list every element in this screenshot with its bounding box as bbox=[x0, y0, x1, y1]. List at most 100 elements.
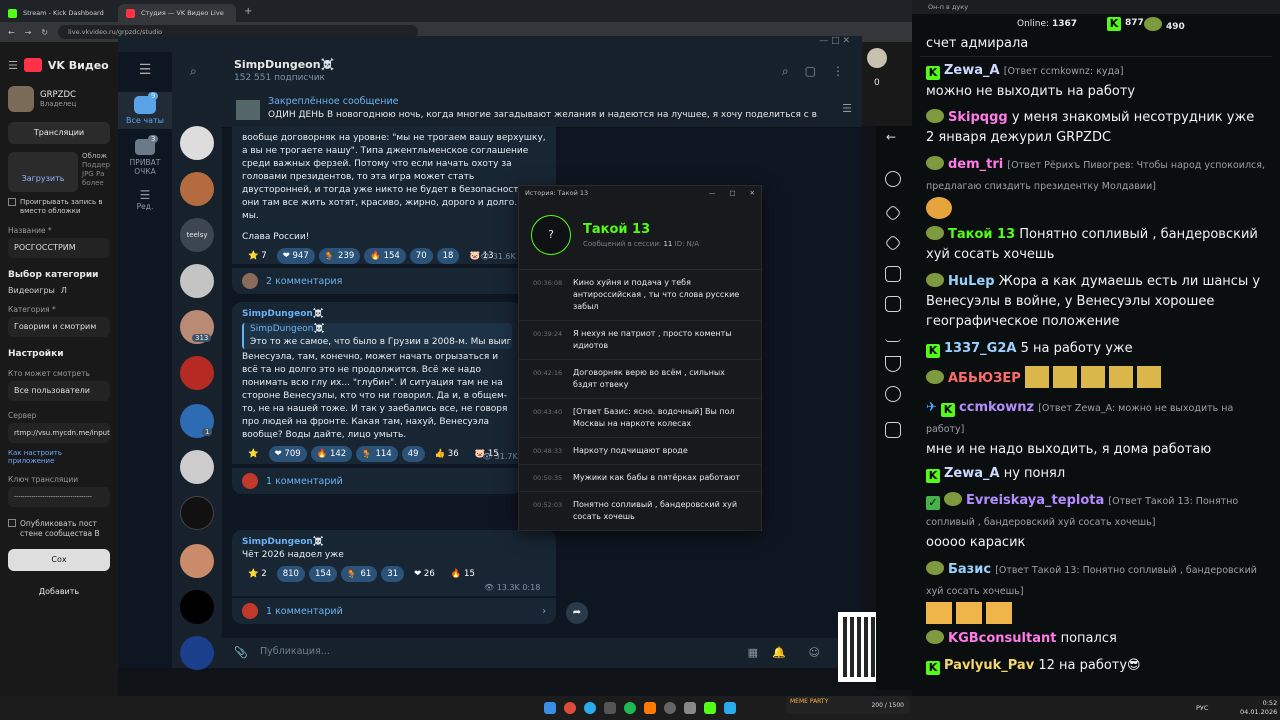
chat-avatar[interactable] bbox=[180, 590, 214, 624]
maximize-icon[interactable]: □ bbox=[831, 36, 840, 46]
close-icon[interactable]: ✕ bbox=[750, 189, 755, 197]
username[interactable]: KGBconsultant bbox=[948, 631, 1056, 646]
spotify-icon[interactable] bbox=[624, 702, 636, 714]
category-videogames[interactable]: Видеоигры bbox=[8, 286, 55, 295]
username[interactable]: Такой 13 bbox=[948, 227, 1015, 242]
reaction-chip[interactable]: 810 bbox=[276, 566, 305, 582]
comments-row[interactable]: 2 комментария bbox=[232, 268, 556, 294]
howto-link[interactable]: Как настроить приложение bbox=[8, 449, 110, 465]
channel-title[interactable]: SimpDungeon☠️ bbox=[234, 58, 862, 71]
emoji-icon[interactable]: ☺ bbox=[809, 646, 820, 659]
server-field[interactable]: rtmp://vsu.mycdn.me/input bbox=[8, 423, 110, 443]
checkbox[interactable] bbox=[8, 198, 16, 206]
upload-button[interactable]: Загрузить bbox=[8, 152, 79, 192]
share-button[interactable]: ➦ bbox=[566, 602, 588, 624]
reaction-chip[interactable]: ❤ 26 bbox=[408, 566, 441, 582]
telegram-icon[interactable] bbox=[584, 702, 596, 714]
category-type-row[interactable]: Видеоигры Л bbox=[8, 286, 110, 295]
stream-key-field[interactable]: ------------------------------------ bbox=[8, 487, 110, 507]
reaction-chip[interactable]: 🐓 61 bbox=[341, 566, 378, 582]
hamburger-icon[interactable]: ☰ bbox=[118, 62, 172, 78]
repeat-checkbox-row[interactable]: Проигрывать запись в вместо обложки bbox=[8, 198, 110, 216]
kick-app-icon[interactable] bbox=[704, 702, 716, 714]
username[interactable]: Zewa_A bbox=[944, 63, 1000, 78]
username[interactable]: ccmkownz bbox=[959, 400, 1034, 415]
chat-avatar[interactable] bbox=[180, 264, 214, 298]
checkbox[interactable] bbox=[8, 519, 16, 527]
search-icon[interactable]: ⌕ bbox=[190, 64, 222, 79]
reaction-chip[interactable]: 18 bbox=[436, 248, 460, 264]
reaction-chip[interactable]: 👍 36 bbox=[429, 446, 465, 462]
username[interactable]: 1337_G2A bbox=[944, 341, 1016, 356]
close-icon[interactable]: ✕ bbox=[842, 36, 850, 46]
save-button[interactable]: Сох bbox=[8, 549, 110, 571]
minimize-icon[interactable]: — bbox=[819, 36, 828, 46]
chat-avatar[interactable] bbox=[180, 496, 214, 530]
message-input[interactable]: Публикация... bbox=[260, 646, 330, 657]
dice-icon[interactable] bbox=[885, 266, 901, 282]
swap-icon[interactable] bbox=[885, 386, 901, 402]
username[interactable]: Базис bbox=[948, 562, 991, 577]
chrome-icon[interactable] bbox=[564, 702, 576, 714]
username[interactable]: Evreiskaya_teplota bbox=[966, 493, 1104, 508]
chat-avatar[interactable]: teelsy bbox=[180, 218, 214, 252]
vk-profile[interactable]: GRPZDC Владелец bbox=[8, 86, 110, 112]
visibility-select[interactable]: Все пользователи bbox=[8, 381, 110, 401]
browser-tab-vk[interactable]: Студия — VK Видео Live bbox=[118, 4, 236, 22]
chart-icon[interactable] bbox=[885, 326, 901, 342]
chat-avatar[interactable] bbox=[180, 356, 214, 390]
chat-avatar[interactable] bbox=[180, 544, 214, 578]
chat-avatar[interactable] bbox=[180, 126, 214, 160]
username[interactable]: HuLep bbox=[948, 274, 995, 289]
reaction-chip[interactable]: 🔥 142 bbox=[310, 446, 353, 462]
chat-avatar[interactable] bbox=[180, 172, 214, 206]
reaction-chip[interactable]: ❤ 947 bbox=[276, 248, 315, 264]
trophy-icon[interactable] bbox=[885, 356, 901, 372]
clock[interactable]: 0:52 04.01.2026 bbox=[1240, 699, 1277, 717]
back-icon[interactable]: ← bbox=[8, 28, 15, 37]
start-icon[interactable] bbox=[544, 702, 556, 714]
app-icon[interactable] bbox=[684, 702, 696, 714]
reaction-chip[interactable]: 31 bbox=[381, 566, 405, 582]
back-arrow-icon[interactable]: ← bbox=[886, 130, 896, 144]
category-other[interactable]: Л bbox=[61, 286, 67, 295]
title-field[interactable]: РОСГОССТРИМ bbox=[8, 238, 110, 258]
minimize-icon[interactable]: — bbox=[709, 189, 716, 197]
folder-all-chats[interactable]: 9 Все чаты bbox=[118, 92, 172, 129]
chat-avatar[interactable]: 313 bbox=[180, 310, 214, 344]
reload-icon[interactable]: ↻ bbox=[41, 28, 48, 37]
folder-edit[interactable]: ☰ Ред. bbox=[118, 188, 172, 211]
publish-checkbox-row[interactable]: Опубликовать пост стене сообщества В bbox=[8, 519, 110, 539]
comments-row[interactable]: 1 комментарий bbox=[232, 468, 522, 494]
app-icon[interactable] bbox=[644, 702, 656, 714]
reaction-chip[interactable]: 🐓 239 bbox=[318, 248, 361, 264]
bell-icon[interactable]: 🔔 bbox=[772, 646, 786, 659]
more-icon[interactable]: ⋮ bbox=[832, 64, 844, 79]
category-field[interactable]: Говорим и смотрим bbox=[8, 317, 110, 337]
username[interactable]: Pavlyuk_Pav bbox=[944, 658, 1034, 673]
reaction-chip[interactable]: 49 bbox=[401, 446, 425, 462]
avatar[interactable] bbox=[867, 48, 887, 68]
search-icon[interactable]: ⌕ bbox=[782, 64, 789, 79]
username[interactable]: Zewa_A bbox=[944, 466, 1000, 481]
list-icon[interactable] bbox=[885, 296, 901, 312]
new-tab-button[interactable]: + bbox=[244, 6, 252, 17]
username[interactable]: Skipqgg bbox=[948, 110, 1008, 125]
language-indicator[interactable]: РУС bbox=[1196, 704, 1208, 712]
reaction-chip[interactable]: 70 bbox=[409, 248, 433, 264]
forward-icon[interactable]: → bbox=[25, 28, 32, 37]
tag-icon[interactable] bbox=[885, 422, 901, 438]
schedule-icon[interactable]: ▦ bbox=[748, 646, 758, 659]
chat-avatar[interactable] bbox=[180, 636, 214, 670]
maximize-icon[interactable]: □ bbox=[729, 189, 735, 197]
reaction-chip[interactable]: ⭐ 7 bbox=[242, 248, 273, 264]
username[interactable]: АБЬЮЗЕР bbox=[948, 371, 1021, 386]
steam-icon[interactable] bbox=[604, 702, 616, 714]
gear-icon[interactable] bbox=[885, 171, 901, 187]
reaction-chip[interactable]: 🐓 114 bbox=[356, 446, 398, 462]
tab-streams[interactable]: Трансляции bbox=[8, 122, 110, 144]
quoted-reply[interactable]: SimpDungeon☠️ Это то же самое, что было … bbox=[242, 323, 512, 349]
pinned-message[interactable]: Закреплённое сообщение ОДИН ДЕНЬ В новог… bbox=[222, 92, 862, 128]
add-button[interactable]: Добавить bbox=[8, 581, 110, 603]
attach-icon[interactable]: 📎 bbox=[234, 646, 248, 659]
